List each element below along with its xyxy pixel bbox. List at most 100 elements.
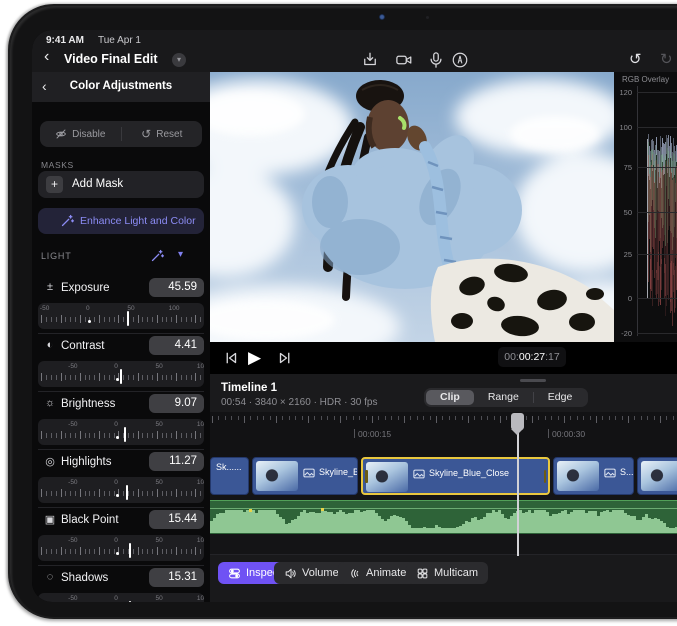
light-sliders: ± Exposure 45.59 -50050100 ◐ Contrast 4.… bbox=[32, 278, 210, 602]
highlights-value[interactable]: 11.27 bbox=[149, 452, 204, 471]
scope-axis-label: -20 bbox=[614, 329, 632, 338]
light-section-header: LIGHT ▾ bbox=[32, 248, 210, 266]
timeline-ruler[interactable]: 00:00:15 00:00:30 bbox=[210, 412, 677, 457]
scope-axis-label: 50 bbox=[614, 208, 632, 217]
masks-section-label: MASKS bbox=[41, 160, 74, 170]
eye-off-icon bbox=[55, 128, 67, 140]
playhead-handle[interactable] bbox=[511, 413, 524, 430]
scope-axis-label: 120 bbox=[614, 88, 632, 97]
slider-default-dot bbox=[116, 494, 119, 497]
mode-range[interactable]: Range bbox=[474, 390, 533, 405]
status-date: Tue Apr 1 bbox=[98, 35, 141, 46]
clip-thumbnail bbox=[366, 462, 408, 492]
slider-label: Contrast bbox=[61, 340, 104, 352]
brightness-value[interactable]: 9.07 bbox=[149, 394, 204, 413]
preview-frame bbox=[210, 72, 614, 342]
photo-icon bbox=[604, 468, 616, 478]
speaker-icon bbox=[284, 567, 297, 580]
enhance-light-color-button[interactable]: Enhance Light and Color bbox=[38, 208, 204, 234]
color-adjustments-panel: ‹ Color Adjustments Disable ↺ Reset MASK… bbox=[32, 72, 210, 602]
slider-highlights: ◎ Highlights 11.27 -50050100 bbox=[32, 452, 210, 504]
slider-label: Exposure bbox=[61, 282, 110, 294]
slider-thumb[interactable] bbox=[124, 427, 126, 442]
collapse-chevron-icon[interactable]: ▾ bbox=[178, 249, 183, 260]
clip-partial-right[interactable] bbox=[637, 457, 677, 495]
auto-enhance-icon[interactable] bbox=[150, 248, 165, 263]
plus-icon: + bbox=[46, 176, 63, 193]
multicam-button[interactable]: Multicam bbox=[406, 562, 488, 584]
playhead-line[interactable] bbox=[517, 430, 519, 556]
play-icon[interactable]: ▶ bbox=[248, 349, 270, 367]
contrast-slider-track[interactable]: -50050100 bbox=[38, 361, 204, 387]
screen: 9:41 AM Tue Apr 1 ‹ Video Final Edit ▾ bbox=[32, 30, 677, 602]
shadows-value[interactable]: 15.31 bbox=[149, 568, 204, 587]
import-icon[interactable] bbox=[360, 51, 380, 69]
slider-thumb[interactable] bbox=[120, 369, 122, 384]
brightness-icon: ☼ bbox=[42, 397, 58, 409]
skip-start-icon[interactable] bbox=[222, 349, 240, 367]
redo-icon[interactable]: ↻ bbox=[660, 50, 673, 68]
photo-icon bbox=[413, 469, 425, 479]
timeline-header: Timeline 1 00:54 · 3840 × 2160 · HDR · 3… bbox=[210, 374, 677, 412]
top-toolbar: 9:41 AM Tue Apr 1 ‹ Video Final Edit ▾ bbox=[32, 30, 677, 72]
slider-shadows: ◌ Shadows 15.31 -50050100 bbox=[32, 568, 210, 602]
timeline-info: 00:54 · 3840 × 2160 · HDR · 30 fps bbox=[221, 397, 377, 408]
add-mask-button[interactable]: + Add Mask bbox=[38, 171, 204, 198]
contrast-icon: ◐ bbox=[42, 339, 58, 351]
black-point-slider-track[interactable]: -50050100 bbox=[38, 535, 204, 561]
ipad-device: 9:41 AM Tue Apr 1 ‹ Video Final Edit ▾ bbox=[8, 4, 677, 619]
trim-handle-right[interactable] bbox=[544, 470, 547, 483]
clip-partial-left[interactable]: Sk...... bbox=[210, 457, 249, 495]
brightness-slider-track[interactable]: -50050100 bbox=[38, 419, 204, 445]
mode-clip[interactable]: Clip bbox=[426, 390, 474, 405]
skip-end-icon[interactable] bbox=[276, 349, 294, 367]
panel-header: ‹ Color Adjustments bbox=[32, 72, 210, 102]
black-point-icon: ▣ bbox=[42, 513, 58, 526]
disable-button[interactable]: Disable bbox=[40, 121, 121, 147]
audio-track[interactable] bbox=[210, 500, 677, 534]
contrast-value[interactable]: 4.41 bbox=[149, 336, 204, 355]
slider-thumb[interactable] bbox=[129, 601, 131, 602]
drag-handle[interactable] bbox=[520, 379, 546, 382]
shadows-slider-track[interactable]: -50050100 bbox=[38, 593, 204, 602]
black-point-value[interactable]: 15.44 bbox=[149, 510, 204, 529]
clip-skyline-blue-close[interactable]: Skyline_Blue_Close bbox=[361, 457, 550, 495]
back-chevron-icon[interactable]: ‹ bbox=[44, 49, 49, 65]
pencil-annotate-icon[interactable] bbox=[450, 51, 470, 69]
scope-axis-label: 25 bbox=[614, 250, 632, 259]
highlights-slider-track[interactable]: -50050100 bbox=[38, 477, 204, 503]
microphone-icon[interactable] bbox=[426, 51, 446, 69]
light-section-label: LIGHT bbox=[41, 251, 72, 261]
timecode[interactable]: 00:00:27:17 bbox=[498, 347, 566, 367]
scope-axis-label: 75 bbox=[614, 163, 632, 172]
animate-button[interactable]: Animate bbox=[338, 562, 416, 584]
exposure-slider-track[interactable]: -50050100 bbox=[38, 303, 204, 329]
trim-handle-left[interactable] bbox=[365, 470, 368, 483]
clip-skyline-blue-wide[interactable]: Skyline_Blue_Wide bbox=[252, 457, 358, 495]
slider-thumb[interactable] bbox=[126, 485, 128, 500]
title-dropdown-icon[interactable]: ▾ bbox=[172, 53, 186, 67]
video-track: Sk...... Skyline_Blue_Wide Skyline_Blue_… bbox=[210, 457, 677, 495]
ruler-label: 00:00:15 bbox=[354, 429, 391, 439]
animate-icon bbox=[348, 567, 361, 580]
playhead-tip bbox=[511, 429, 523, 435]
reset-icon: ↺ bbox=[141, 127, 151, 141]
clip-thumbnail bbox=[557, 461, 599, 491]
slider-default-dot bbox=[116, 552, 119, 555]
clip-skyline-short[interactable]: S...... bbox=[553, 457, 634, 495]
scope-axis-label: 100 bbox=[614, 123, 632, 132]
timeline-section: Timeline 1 00:54 · 3840 × 2160 · HDR · 3… bbox=[210, 374, 677, 602]
undo-icon[interactable]: ↺ bbox=[629, 50, 642, 68]
slider-label: Black Point bbox=[61, 514, 119, 526]
exposure-value[interactable]: 45.59 bbox=[149, 278, 204, 297]
video-preview bbox=[210, 72, 614, 342]
reset-button[interactable]: ↺ Reset bbox=[122, 121, 203, 147]
scope-axis-label: 0 bbox=[614, 294, 632, 303]
multicam-grid-icon bbox=[416, 567, 429, 580]
slider-thumb[interactable] bbox=[127, 311, 129, 326]
shadows-icon: ◌ bbox=[42, 571, 58, 583]
camera-icon[interactable] bbox=[394, 51, 414, 69]
slider-thumb[interactable] bbox=[129, 543, 131, 558]
slider-black-point: ▣ Black Point 15.44 -50050100 bbox=[32, 510, 210, 562]
mode-edge[interactable]: Edge bbox=[534, 390, 587, 405]
